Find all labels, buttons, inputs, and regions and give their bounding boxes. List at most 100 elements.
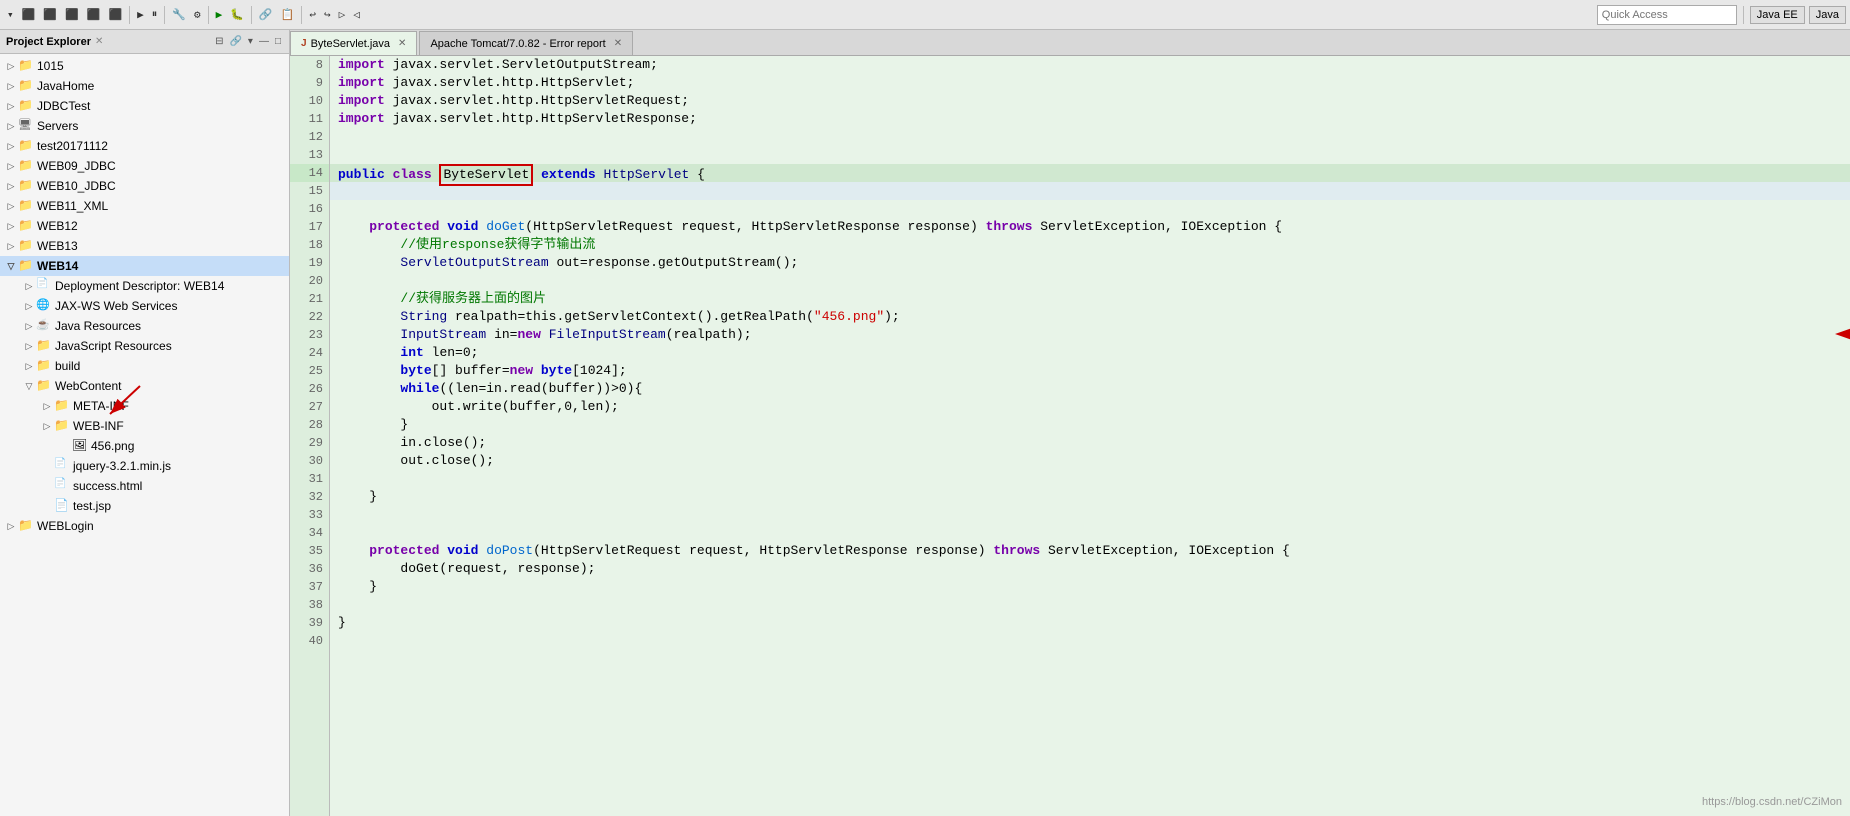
label-web14: WEB14 bbox=[37, 259, 78, 273]
ln-33: 33 bbox=[290, 506, 329, 524]
tree-item-java-resources[interactable]: ▷ ☕ Java Resources bbox=[0, 316, 289, 336]
ln-11: 11 bbox=[290, 110, 329, 128]
toolbar: ▾ ⬛ ⬛ ⬛ ⬛ ⬛ ▶ ⏸ 🔧 ⚙ ▶ 🐛 🔗 📋 ↩ ↪ ▷ ◁ Java… bbox=[0, 0, 1850, 30]
java-ee-perspective[interactable]: Java EE bbox=[1750, 6, 1805, 24]
icon-java-resources: ☕ bbox=[36, 318, 52, 334]
watermark: https://blog.csdn.net/CZiMon bbox=[1702, 796, 1842, 808]
label-jquery: jquery-3.2.1.min.js bbox=[73, 459, 171, 473]
toolbar-icon-8[interactable]: 🔧 bbox=[169, 7, 189, 23]
label-web11: WEB11_XML bbox=[37, 199, 108, 213]
tree-item-js-resources[interactable]: ▷ 📁 JavaScript Resources bbox=[0, 336, 289, 356]
java-perspective[interactable]: Java bbox=[1809, 6, 1846, 24]
code-line-33 bbox=[330, 506, 1850, 524]
toolbar-icon-9[interactable]: ⚙ bbox=[191, 7, 204, 23]
tree-item-build[interactable]: ▷ 📁 build bbox=[0, 356, 289, 376]
tree-item-web10[interactable]: ▷ 📁 WEB10_JDBC bbox=[0, 176, 289, 196]
toolbar-menu-file[interactable]: ▾ bbox=[4, 7, 17, 23]
code-line-32: } bbox=[330, 488, 1850, 506]
collapse-all-btn[interactable]: ⊟ bbox=[213, 35, 225, 48]
ln-25: 25 bbox=[290, 362, 329, 380]
tree-item-jquery[interactable]: ▷ 📄 jquery-3.2.1.min.js bbox=[0, 456, 289, 476]
tab-tomcat-close[interactable]: ✕ bbox=[614, 38, 622, 49]
icon-deployment: 📄 bbox=[36, 278, 52, 294]
tree-item-456png[interactable]: ▷ 🖼 456.png bbox=[0, 436, 289, 456]
toolbar-icon-12[interactable]: ↩ bbox=[306, 7, 319, 23]
ln-27: 27 bbox=[290, 398, 329, 416]
line-numbers: 8 9 10 11 12 13 14 15 16 17 18 19 20 21 … bbox=[290, 56, 330, 816]
icon-web09: 📁 bbox=[18, 158, 34, 174]
toolbar-icon-11[interactable]: 📋 bbox=[278, 7, 298, 23]
panel-menu-btn[interactable]: ▾ bbox=[246, 35, 255, 48]
toolbar-run-btn[interactable]: ▶ bbox=[213, 7, 226, 23]
icon-servers: 🖥 bbox=[18, 118, 34, 134]
toolbar-icon-4[interactable]: ⬛ bbox=[84, 7, 104, 23]
code-line-22: String realpath=this.getServletContext()… bbox=[330, 308, 1850, 326]
code-editor[interactable]: 8 9 10 11 12 13 14 15 16 17 18 19 20 21 … bbox=[290, 56, 1850, 816]
label-test: test20171112 bbox=[37, 139, 108, 153]
maximize-btn[interactable]: □ bbox=[273, 35, 283, 48]
tree-item-testjsp[interactable]: ▷ 📄 test.jsp bbox=[0, 496, 289, 516]
tree-item-test20171112[interactable]: ▷ 📁 test20171112 bbox=[0, 136, 289, 156]
tree-item-web12[interactable]: ▷ 📁 WEB12 bbox=[0, 216, 289, 236]
toolbar-icon-2[interactable]: ⬛ bbox=[40, 7, 60, 23]
sep6 bbox=[1743, 6, 1744, 24]
class-name-highlight: ByteServlet bbox=[439, 164, 533, 186]
quick-access-input[interactable] bbox=[1597, 5, 1737, 25]
tree-item-weblogin[interactable]: ▷ 📁 WEBLogin bbox=[0, 516, 289, 536]
tab-byteservlet[interactable]: J ByteServlet.java ✕ bbox=[290, 31, 417, 55]
toolbar-icon-13[interactable]: ↪ bbox=[321, 7, 334, 23]
toolbar-debug-btn[interactable]: 🐛 bbox=[227, 7, 247, 23]
toolbar-icon-15[interactable]: ◁ bbox=[350, 7, 363, 23]
icon-jdbctest: 📁 bbox=[18, 98, 34, 114]
label-weblogin: WEBLogin bbox=[37, 519, 94, 533]
link-editor-btn[interactable]: 🔗 bbox=[227, 35, 243, 48]
minimize-btn[interactable]: — bbox=[257, 35, 271, 48]
toolbar-icon-1[interactable]: ⬛ bbox=[19, 7, 39, 23]
ln-35: 35 bbox=[290, 542, 329, 560]
toolbar-icon-6[interactable]: ▶ bbox=[134, 7, 147, 23]
label-jdbctest: JDBCTest bbox=[37, 99, 90, 113]
ln-14: 14 bbox=[290, 164, 329, 182]
label-web13: WEB13 bbox=[37, 239, 78, 253]
tree-item-webcontent[interactable]: ▽ 📁 WebContent bbox=[0, 376, 289, 396]
header-x-icon: ✕ bbox=[95, 36, 103, 47]
icon-project-1015: 📁 bbox=[18, 58, 34, 74]
tree-item-jaxws[interactable]: ▷ 🌐 JAX-WS Web Services bbox=[0, 296, 289, 316]
icon-javahome: 📁 bbox=[18, 78, 34, 94]
tab-byteservlet-close[interactable]: ✕ bbox=[398, 38, 406, 49]
sep1 bbox=[129, 6, 130, 24]
tree-item-web14[interactable]: ▽ 📁 WEB14 bbox=[0, 256, 289, 276]
label-javahome: JavaHome bbox=[37, 79, 94, 93]
label-build: build bbox=[55, 359, 80, 373]
ln-24: 24 bbox=[290, 344, 329, 362]
tree-item-web-inf[interactable]: ▷ 📁 WEB-INF bbox=[0, 416, 289, 436]
tree-item-javahome[interactable]: ▷ 📁 JavaHome bbox=[0, 76, 289, 96]
sep5 bbox=[301, 6, 302, 24]
toolbar-icon-7[interactable]: ⏸ bbox=[149, 8, 161, 22]
code-line-21: //获得服务器上面的图片 bbox=[330, 290, 1850, 308]
tree-item-web11[interactable]: ▷ 📁 WEB11_XML bbox=[0, 196, 289, 216]
tab-tomcat-error[interactable]: Apache Tomcat/7.0.82 - Error report ✕ bbox=[419, 31, 633, 55]
ln-39: 39 bbox=[290, 614, 329, 632]
icon-web12: 📁 bbox=[18, 218, 34, 234]
tree-item-meta-inf[interactable]: ▷ 📁 META-INF bbox=[0, 396, 289, 416]
tree-item-servers[interactable]: ▷ 🖥 Servers bbox=[0, 116, 289, 136]
code-line-10: import javax.servlet.http.HttpServletReq… bbox=[330, 92, 1850, 110]
toolbar-icon-5[interactable]: ⬛ bbox=[105, 7, 125, 23]
tree-item-success[interactable]: ▷ 📄 success.html bbox=[0, 476, 289, 496]
code-line-11: import javax.servlet.http.HttpServletRes… bbox=[330, 110, 1850, 128]
code-text[interactable]: import javax.servlet.ServletOutputStream… bbox=[330, 56, 1850, 816]
toolbar-icon-10[interactable]: 🔗 bbox=[256, 7, 276, 23]
toolbar-icon-3[interactable]: ⬛ bbox=[62, 7, 82, 23]
toolbar-icon-14[interactable]: ▷ bbox=[336, 7, 349, 23]
tree-item-web09[interactable]: ▷ 📁 WEB09_JDBC bbox=[0, 156, 289, 176]
ln-31: 31 bbox=[290, 470, 329, 488]
code-line-14: public class ByteServlet extends HttpSer… bbox=[330, 164, 1850, 182]
tree-item-1015[interactable]: ▷ 📁 1015 bbox=[0, 56, 289, 76]
tree-item-web13[interactable]: ▷ 📁 WEB13 bbox=[0, 236, 289, 256]
tree-item-deployment[interactable]: ▷ 📄 Deployment Descriptor: WEB14 bbox=[0, 276, 289, 296]
toggle-1015[interactable]: ▷ bbox=[4, 61, 18, 72]
label-web09: WEB09_JDBC bbox=[37, 159, 116, 173]
ln-9: 9 bbox=[290, 74, 329, 92]
tree-item-jdbctest[interactable]: ▷ 📁 JDBCTest bbox=[0, 96, 289, 116]
